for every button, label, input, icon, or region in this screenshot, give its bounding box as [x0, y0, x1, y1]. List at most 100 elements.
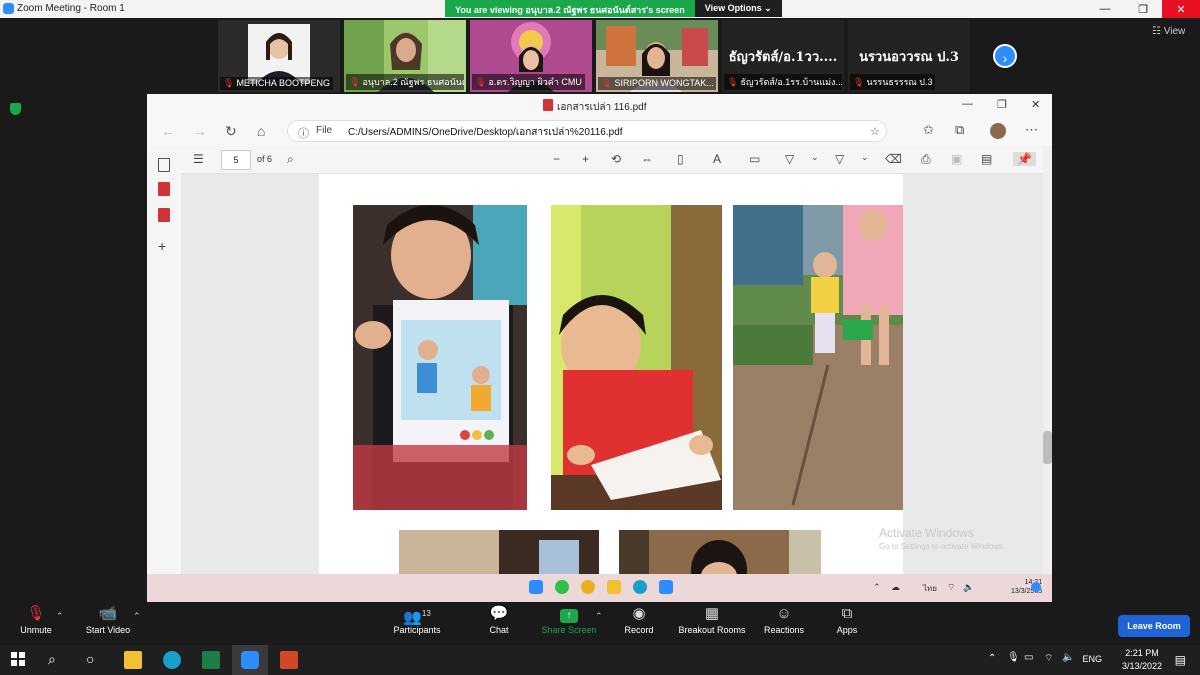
view-button[interactable]: ☷ View	[1152, 26, 1185, 37]
apps-button[interactable]: ⧉ Apps	[807, 603, 887, 635]
muted-mic-icon: 🎙	[727, 77, 739, 87]
participants-icon: 👥13	[403, 609, 431, 626]
participant-tile[interactable]: 🎙 อ.ดร.วิญญา ผิวคำ CMU	[470, 20, 592, 92]
pdf-page	[319, 174, 903, 574]
cloud-icon: ☁	[891, 582, 900, 592]
address-bar[interactable]: ⓘ File C:/Users/ADMINS/OneDrive/Desktop/…	[287, 120, 887, 142]
powerpoint-icon[interactable]	[280, 651, 298, 669]
draw-icon[interactable]: ▽	[835, 152, 844, 166]
pdf-page-icon[interactable]	[158, 208, 170, 222]
file-explorer-icon[interactable]	[124, 651, 142, 669]
collections-icon[interactable]: ⧉	[955, 122, 964, 138]
page-number-input[interactable]: 5	[221, 150, 251, 170]
line-app-icon[interactable]	[555, 580, 569, 594]
inner-lang[interactable]: ไทย	[923, 582, 937, 595]
participant-name: 🎙 SIRIPORN WONGTAK...	[598, 77, 716, 90]
participant-name: 🎙 นรรนธรรรณ ป.3	[850, 74, 936, 90]
participant-tile[interactable]: ธัญวรัตส์/อ.1วว.... 🎙 ธัญวรัตส์/อ.1รร.บ้า…	[722, 20, 844, 92]
participant-tile[interactable]: 🎙 SIRIPORN WONGTAK...	[596, 20, 718, 92]
excel-icon[interactable]	[202, 651, 220, 669]
search-icon[interactable]: ⌕	[287, 152, 294, 167]
refresh-icon[interactable]: ↻	[225, 123, 237, 140]
activate-windows-subtitle: Go to Settings to activate Windows.	[879, 542, 1006, 551]
edge-icon[interactable]	[633, 580, 647, 594]
search-icon[interactable]: ⌕	[48, 651, 66, 669]
windows-start-icon[interactable]	[529, 580, 543, 594]
profile-avatar[interactable]	[990, 123, 1006, 139]
eraser-icon[interactable]: ⌫	[885, 152, 902, 166]
participant-tile[interactable]: 🎙 METICHA BOOTPENG	[218, 20, 340, 92]
close-icon[interactable]: ✕	[1031, 98, 1040, 111]
next-page-arrow-icon[interactable]: ›	[993, 44, 1017, 68]
participants-button[interactable]: 👥13 Participants	[377, 603, 457, 635]
chrome-icon[interactable]	[581, 580, 595, 594]
add-icon[interactable]: +	[158, 238, 166, 254]
security-shield-icon[interactable]	[10, 103, 21, 115]
muted-mic-icon: 🎙	[853, 77, 865, 87]
battery-icon: ▭	[1024, 652, 1034, 663]
rotate-icon[interactable]: ⟲	[611, 152, 621, 166]
chevron-down-icon[interactable]: ⌄	[811, 152, 819, 163]
record-button[interactable]: ◉ Record	[599, 603, 679, 635]
minimize-icon[interactable]: —	[1086, 0, 1124, 18]
address-url: C:/Users/ADMINS/OneDrive/Desktop/เอกสารเ…	[348, 127, 623, 138]
home-icon[interactable]: ⌂	[257, 123, 265, 139]
participant-tile[interactable]: 🎙อนุบาล.2 ณัฐพร ธนศอนันต์ส...	[344, 20, 466, 92]
window-title: Zoom Meeting - Room 1	[17, 3, 125, 14]
contents-icon[interactable]: ☰	[193, 152, 204, 166]
pdf-file-icon	[543, 99, 553, 111]
tray-chevron-icon[interactable]: ⌃	[873, 582, 881, 593]
pdf-page-icon[interactable]	[158, 182, 170, 196]
minimize-icon[interactable]: —	[962, 98, 973, 110]
file-explorer-icon[interactable]	[607, 580, 621, 594]
restore-icon[interactable]: ❐	[1124, 0, 1162, 18]
windows-start-icon[interactable]	[10, 651, 28, 669]
scrollbar-thumb[interactable]	[1043, 431, 1052, 464]
task-view-icon[interactable]: ○	[86, 651, 104, 669]
forward-arrow-icon[interactable]: →	[193, 123, 207, 139]
chevron-up-icon[interactable]: ⌃	[56, 611, 64, 622]
zoom-in-icon[interactable]: +	[582, 152, 589, 166]
favorites-icon[interactable]: ✩	[923, 122, 934, 138]
page-view-icon[interactable]: ▯	[677, 152, 684, 166]
back-arrow-icon[interactable]: ←	[161, 123, 175, 139]
chevron-down-icon[interactable]: ⌄	[861, 152, 869, 163]
zoom-app-icon[interactable]	[659, 580, 673, 594]
participant-name: 🎙 อ.ดร.วิญญา ผิวคำ CMU	[472, 74, 585, 90]
pdf-viewport[interactable]	[181, 174, 1043, 574]
unmute-button[interactable]: 🎙 Unmute	[0, 603, 76, 635]
chevron-up-icon[interactable]: ⌃	[133, 611, 141, 622]
page-thumbnail-icon[interactable]	[158, 158, 170, 172]
photo-child-walking	[733, 205, 903, 510]
text-box-icon[interactable]: ▭	[749, 152, 760, 166]
view-options-button[interactable]: View Options ⌄	[694, 0, 782, 17]
tray-chevron-icon[interactable]: ⌃	[988, 653, 996, 664]
pin-icon[interactable]: 📌	[1013, 152, 1036, 166]
more-icon[interactable]: ⋯	[1025, 122, 1038, 138]
page-total: of 6	[257, 154, 273, 164]
save-icon[interactable]: ▣	[951, 152, 962, 166]
notification-icon[interactable]	[1031, 582, 1041, 592]
favorite-star-icon[interactable]: ☆	[870, 125, 880, 138]
restore-icon[interactable]: ❐	[997, 98, 1007, 111]
notifications-icon[interactable]: ▤	[1175, 653, 1186, 667]
close-icon[interactable]: ✕	[1162, 0, 1200, 18]
info-icon[interactable]: ⓘ	[298, 125, 309, 141]
zoom-out-icon[interactable]: −	[553, 152, 560, 166]
zoom-taskbar-active[interactable]	[232, 645, 268, 675]
scrollbar[interactable]	[1043, 146, 1052, 576]
read-aloud-icon[interactable]: A	[713, 152, 721, 166]
print-icon[interactable]: ⎙	[921, 152, 931, 167]
edge-icon[interactable]	[163, 651, 181, 669]
chat-button[interactable]: 💬 Chat	[459, 603, 539, 635]
leave-room-button[interactable]: Leave Room	[1118, 615, 1190, 637]
breakout-rooms-button[interactable]: ▦ Breakout Rooms	[672, 603, 752, 635]
highlight-icon[interactable]: ▽	[785, 152, 794, 166]
speaker-icon: 🔈	[963, 582, 975, 592]
participant-tile[interactable]: นรวนอววรณ ป.3 🎙 นรรนธรรรณ ป.3	[848, 20, 970, 92]
save-as-icon[interactable]: ▤	[981, 152, 992, 166]
taskbar-clock[interactable]: 2:21 PM 3/13/2022	[1122, 647, 1162, 673]
fit-page-icon[interactable]: ⇔	[641, 152, 653, 166]
input-language[interactable]: ENG	[1082, 654, 1102, 664]
volume-icon: 🔈	[1062, 652, 1075, 663]
